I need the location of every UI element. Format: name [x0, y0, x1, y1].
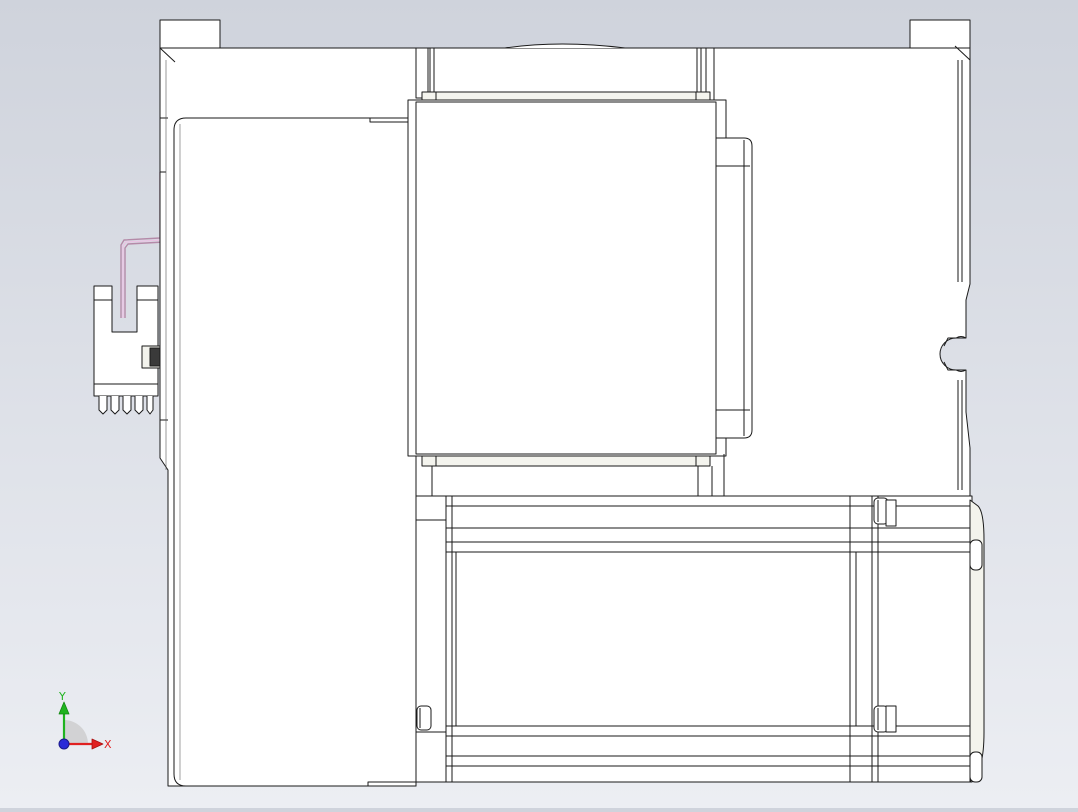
connector-assembly[interactable]: [93, 172, 165, 415]
connector-pins: [98, 396, 154, 415]
x-axis-label: X: [104, 738, 112, 751]
z-axis-dot: [58, 738, 70, 750]
screw-bottom-left: [416, 705, 432, 731]
stepper-motor[interactable]: [415, 495, 985, 783]
x-axis-arrow: [91, 738, 104, 750]
side-bearing[interactable]: [715, 137, 753, 439]
connector-housing: [93, 285, 159, 397]
y-axis-label: Y: [58, 690, 66, 703]
coordinate-triad: Y X: [58, 690, 112, 751]
gear-housing[interactable]: [173, 117, 417, 787]
cad-viewport[interactable]: Y X: [0, 0, 1078, 808]
top-tab-right: [909, 19, 971, 49]
center-block[interactable]: [407, 91, 727, 496]
y-axis-arrow: [58, 701, 70, 715]
top-tab-left: [159, 19, 221, 49]
